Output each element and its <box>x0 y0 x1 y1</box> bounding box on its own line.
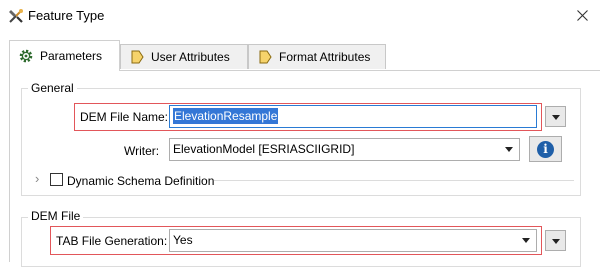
gear-icon <box>18 48 34 64</box>
expand-chevron-icon[interactable]: › <box>35 171 39 186</box>
tab-file-generation-value: Yes <box>173 233 193 247</box>
fme-workbench-icon <box>7 7 25 25</box>
general-group-title: General <box>28 81 77 95</box>
writer-value: ElevationModel [ESRIASCIIGRID] <box>173 142 355 156</box>
tag-arrow-icon <box>129 49 145 65</box>
dynamic-schema-checkbox[interactable] <box>50 173 63 186</box>
tab-file-generation-label: TAB File Generation: <box>56 234 168 248</box>
dem-file-group-title: DEM File <box>28 209 84 223</box>
info-icon: i <box>537 140 554 158</box>
tab-label: Parameters <box>40 49 103 63</box>
tab-user-attributes[interactable]: User Attributes <box>120 44 248 69</box>
close-button[interactable] <box>568 2 596 28</box>
dem-file-name-input[interactable]: ElevationResample <box>169 105 537 128</box>
dem-file-name-value: ElevationResample <box>173 108 279 124</box>
writer-label: Writer: <box>124 144 160 158</box>
tab-label: Format Attributes <box>279 50 371 64</box>
tab-strip: Parameters User Attributes Format Attrib… <box>0 40 600 71</box>
chevron-down-icon <box>505 147 513 152</box>
chevron-down-icon <box>552 115 560 120</box>
tag-arrow-icon <box>257 49 273 65</box>
writer-select[interactable]: ElevationModel [ESRIASCIIGRID] <box>169 138 520 161</box>
dynamic-schema-label: Dynamic Schema Definition <box>67 174 215 188</box>
tab-parameters[interactable]: Parameters <box>9 40 120 71</box>
tab-file-generation-select[interactable]: Yes <box>169 229 537 252</box>
dem-file-name-dropdown-button[interactable] <box>545 106 566 127</box>
dem-file-name-label: DEM File Name: <box>80 110 169 124</box>
chevron-down-icon <box>522 238 530 243</box>
writer-info-button[interactable]: i <box>529 136 562 162</box>
tab-file-generation-dropdown-button[interactable] <box>545 230 566 251</box>
divider <box>214 180 574 181</box>
close-icon <box>576 9 588 21</box>
tab-label: User Attributes <box>151 50 230 64</box>
tab-format-attributes[interactable]: Format Attributes <box>248 44 386 69</box>
window-title: Feature Type <box>28 8 105 23</box>
title-bar: Feature Type <box>0 0 600 32</box>
chevron-down-icon <box>552 239 560 244</box>
